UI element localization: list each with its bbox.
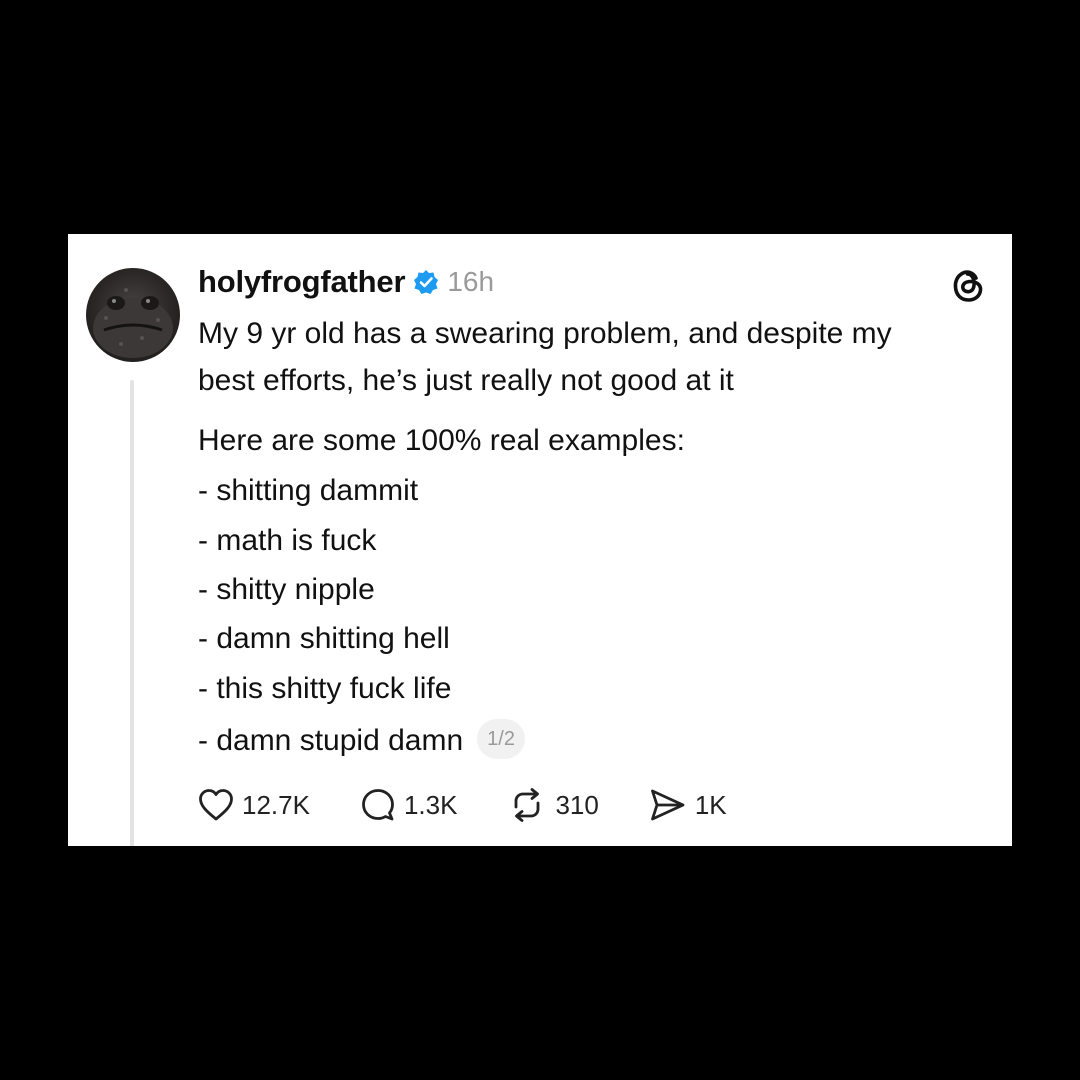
post-header: holyfrogfather 16h xyxy=(198,262,494,302)
page-indicator[interactable]: 1/2 xyxy=(477,719,525,759)
post-card: holyfrogfather 16h My 9 yr old has a swe… xyxy=(68,234,1012,846)
repost-icon xyxy=(515,788,540,822)
example-item: - shitty nipple xyxy=(198,573,375,606)
post-text-line: best efforts, he’s just really not good … xyxy=(198,364,734,397)
example-item: - shitting dammit xyxy=(198,474,419,507)
action-bar: 12.7K 1.3K 310 1K xyxy=(198,784,777,826)
post-body: My 9 yr old has a swearing problem, and … xyxy=(198,310,988,404)
threads-logo-icon[interactable] xyxy=(950,266,986,304)
repost-button[interactable]: 310 xyxy=(507,787,599,823)
repost-count: 310 xyxy=(555,789,599,820)
post-intro: Here are some 100% real examples: xyxy=(198,424,685,457)
heart-icon xyxy=(199,789,233,821)
thread-line xyxy=(130,380,134,846)
reply-button[interactable]: 1.3K xyxy=(360,787,458,823)
like-button[interactable]: 12.7K xyxy=(198,788,310,822)
username[interactable]: holyfrogfather xyxy=(198,264,406,300)
example-item: - damn shitting hell xyxy=(198,622,450,655)
share-button[interactable]: 1K xyxy=(649,787,727,823)
avatar[interactable] xyxy=(86,268,180,362)
post-timestamp: 16h xyxy=(447,266,495,297)
send-icon xyxy=(650,789,685,821)
comment-icon xyxy=(362,789,394,821)
share-count: 1K xyxy=(694,789,727,820)
verified-badge-icon xyxy=(413,269,439,295)
example-item-last: - damn stupid damn 1/2 xyxy=(198,719,525,762)
example-item: - math is fuck xyxy=(198,524,377,557)
example-item-text: - damn stupid damn xyxy=(198,723,464,757)
like-count: 12.7K xyxy=(242,789,310,820)
example-item: - this shitty fuck life xyxy=(198,672,452,705)
reply-count: 1.3K xyxy=(403,789,458,820)
frog-avatar-icon xyxy=(93,288,173,358)
post-text-line: My 9 yr old has a swearing problem, and … xyxy=(198,317,892,350)
